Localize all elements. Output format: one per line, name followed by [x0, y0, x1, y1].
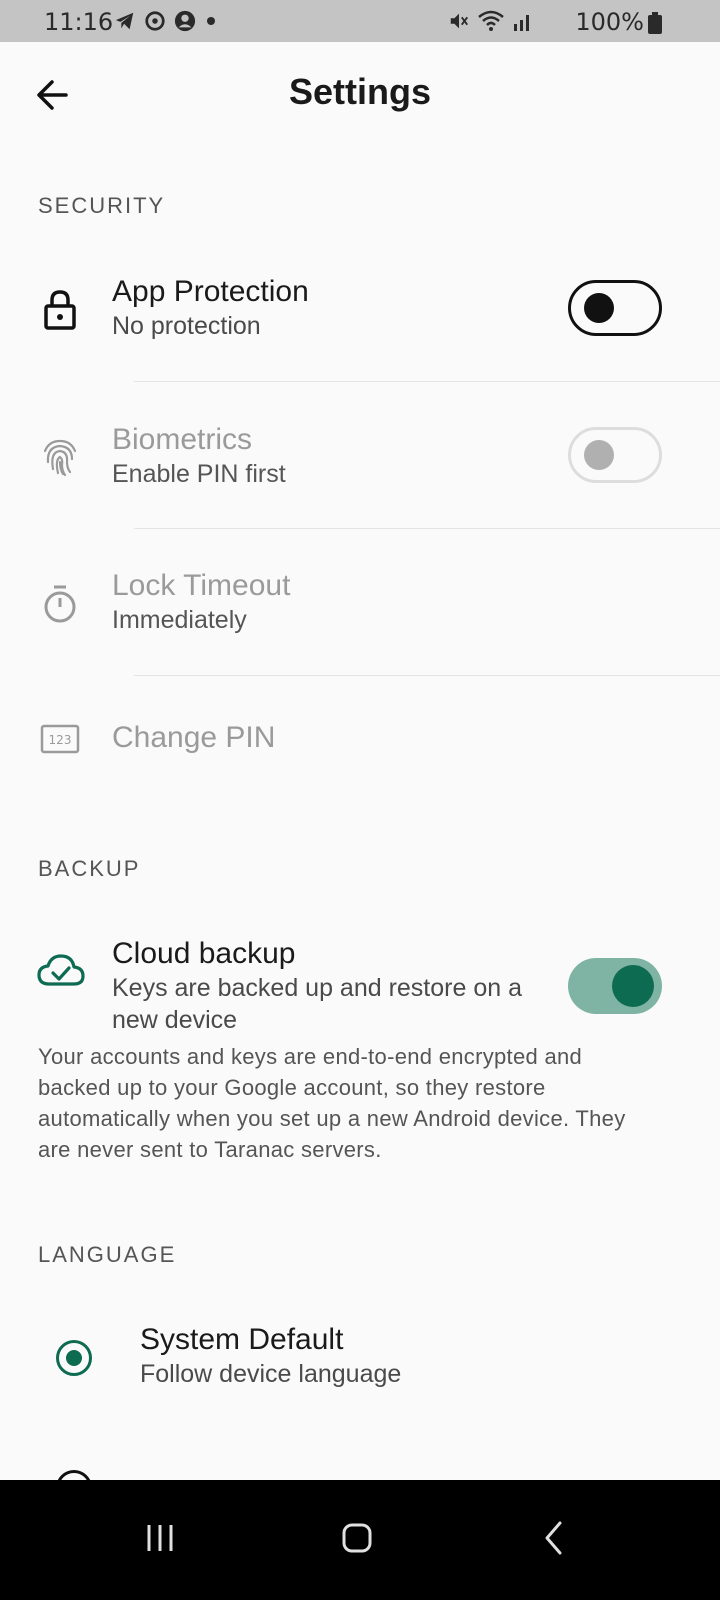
cloud-backup-toggle[interactable]: [568, 958, 662, 1014]
section-header-security: SECURITY: [38, 193, 166, 218]
battery-level: 100%: [575, 8, 644, 36]
cloud-backup-row[interactable]: Cloud backup Keys are backed up and rest…: [0, 937, 720, 1038]
divider: [134, 675, 720, 676]
fingerprint-icon: [43, 439, 77, 477]
divider: [134, 528, 720, 529]
recent-apps-icon[interactable]: [130, 1508, 190, 1568]
app-protection-title: App Protection: [112, 275, 309, 308]
toggle-knob: [612, 965, 654, 1007]
app-protection-toggle[interactable]: [568, 280, 662, 336]
lock-timeout-title: Lock Timeout: [112, 569, 291, 602]
page-title: Settings: [288, 71, 431, 112]
radio-dot: [66, 1350, 82, 1366]
telegram-icon: [115, 12, 134, 30]
language-option-title: System Default: [140, 1323, 344, 1356]
section-header-backup: BACKUP: [38, 856, 141, 881]
cloud-backup-subtitle: Keys are backed up and restore on a new …: [112, 974, 522, 1034]
lock-timeout-subtitle: Immediately: [112, 606, 247, 634]
back-nav-icon[interactable]: [525, 1508, 585, 1568]
home-icon[interactable]: [327, 1508, 387, 1568]
svg-text:123: 123: [49, 733, 72, 747]
account-icon: [174, 10, 196, 32]
app-protection-row[interactable]: App Protection No protection: [0, 270, 720, 380]
system-navigation-bar: [0, 1480, 720, 1600]
timer-icon: [44, 585, 76, 623]
language-option-subtitle: Follow device language: [140, 1360, 402, 1388]
wifi-icon: [478, 10, 504, 31]
change-pin-row[interactable]: 123 Change PIN: [0, 700, 720, 780]
sync-icon: [145, 11, 165, 31]
biometrics-subtitle: Enable PIN first: [112, 460, 286, 488]
cloud-done-icon: [37, 954, 85, 986]
backup-description: Your accounts and keys are end-to-end en…: [38, 1044, 626, 1162]
status-bar: 11:16 100%: [0, 0, 720, 42]
toggle-knob: [584, 293, 614, 323]
dot-icon: [207, 17, 215, 25]
status-time: 11:16: [44, 8, 114, 36]
section-header-language: LANGUAGE: [38, 1242, 177, 1267]
toggle-knob: [584, 440, 614, 470]
lock-icon: [44, 290, 76, 330]
pin-123-icon: 123: [40, 724, 80, 754]
signal-icon: [514, 15, 529, 31]
biometrics-row[interactable]: Biometrics Enable PIN first: [0, 418, 720, 528]
change-pin-title: Change PIN: [112, 721, 276, 754]
language-option-system-default[interactable]: System Default Follow device language: [0, 1322, 720, 1412]
mute-icon: [450, 13, 468, 29]
divider: [134, 381, 720, 382]
lock-timeout-row[interactable]: Lock Timeout Immediately: [0, 566, 720, 676]
cloud-backup-title: Cloud backup: [112, 937, 296, 970]
app-protection-subtitle: No protection: [112, 312, 261, 340]
biometrics-toggle[interactable]: [568, 427, 662, 483]
radio-selected[interactable]: [56, 1340, 92, 1376]
battery-icon: [648, 12, 662, 34]
app-bar: Settings: [0, 42, 720, 150]
biometrics-title: Biometrics: [112, 423, 253, 456]
next-language-radio[interactable]: [56, 1470, 92, 1480]
